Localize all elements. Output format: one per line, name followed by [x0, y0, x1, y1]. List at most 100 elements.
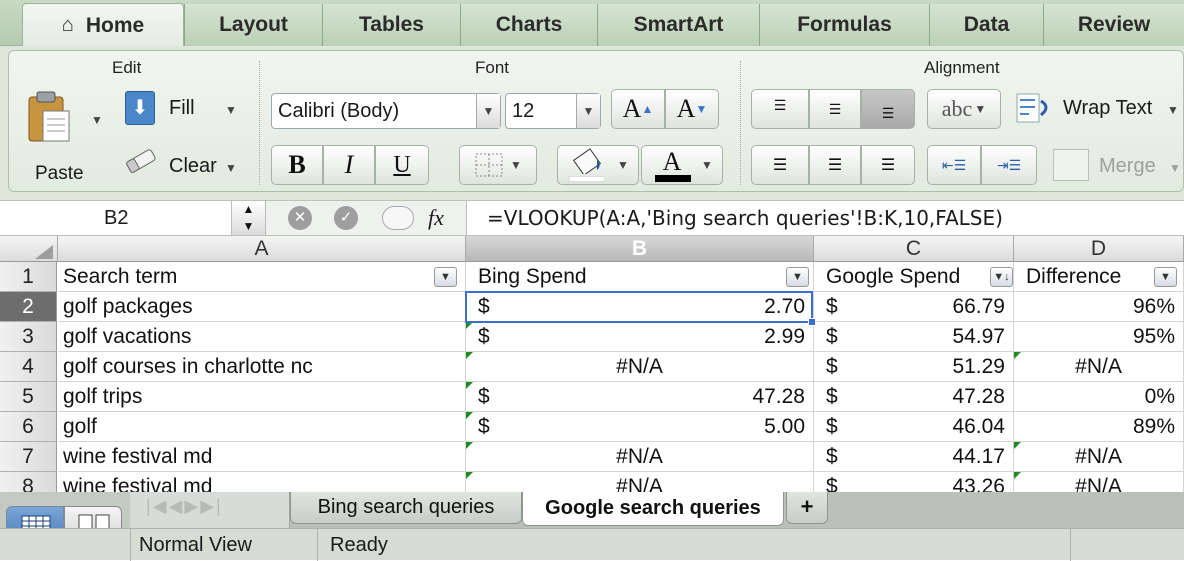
cell-bing-spend[interactable]: $2.99 — [466, 322, 814, 352]
formula-builder-icon[interactable] — [382, 206, 414, 230]
sheet-nav-arrows-icon[interactable]: |◀◀▶▶| — [146, 496, 223, 517]
cell-search-term[interactable]: golf — [58, 412, 466, 442]
font-size-combobox[interactable]: 12 ▼ — [505, 93, 601, 129]
clear-dropdown-arrow-icon[interactable]: ▼ — [225, 161, 237, 175]
italic-button[interactable]: I — [323, 145, 375, 185]
row-header[interactable]: 7 — [0, 442, 57, 472]
fill-button[interactable]: Fill — [169, 97, 195, 120]
filter-dropdown-icon[interactable]: ▼ — [786, 267, 809, 287]
cell-google-spend[interactable]: $66.79 — [814, 292, 1014, 322]
paste-dropdown-arrow-icon[interactable]: ▼ — [91, 113, 103, 127]
fill-down-icon[interactable]: ⬇ — [125, 91, 155, 125]
align-left-button[interactable]: ☰ — [751, 145, 809, 185]
underline-button[interactable]: U — [375, 145, 429, 185]
tab-smartart[interactable]: SmartArt — [597, 4, 759, 46]
align-middle-button[interactable]: ☰ — [809, 89, 861, 129]
row-header[interactable]: 4 — [0, 352, 57, 382]
formula-input[interactable]: =VLOOKUP(A:A,'Bing search queries'!B:K,1… — [466, 201, 1184, 235]
filter-dropdown-icon[interactable]: ▼ — [1154, 267, 1177, 287]
confirm-formula-icon[interactable]: ✓ — [334, 206, 358, 230]
column-header-a[interactable]: A — [58, 236, 466, 262]
row-header[interactable]: 6 — [0, 412, 57, 442]
tab-formulas[interactable]: Formulas — [759, 4, 929, 46]
paste-button[interactable] — [25, 89, 75, 145]
bold-button[interactable]: B — [271, 145, 323, 185]
cell-search-term[interactable]: golf trips — [58, 382, 466, 412]
tab-layout[interactable]: Layout — [184, 4, 322, 46]
sort-descending-filter-icon[interactable]: ▼↓ — [990, 267, 1013, 287]
fill-color-button[interactable]: ▼ — [557, 145, 639, 185]
cell-bing-spend[interactable]: $5.00 — [466, 412, 814, 442]
cell-google-spend[interactable]: $44.17 — [814, 442, 1014, 472]
shrink-font-button[interactable]: A ▼ — [665, 89, 719, 129]
header-cell-google-spend[interactable]: Google Spend ▼↓ — [814, 262, 1014, 292]
fill-dropdown-arrow-icon[interactable]: ▼ — [225, 103, 237, 117]
wrap-text-icon[interactable] — [1015, 91, 1055, 125]
cell-bing-spend[interactable]: #N/A — [466, 472, 814, 492]
align-top-button[interactable]: ☰ — [751, 89, 809, 129]
cell-difference[interactable]: #N/A — [1014, 352, 1184, 382]
cell-search-term[interactable]: golf packages — [58, 292, 466, 322]
cell-difference[interactable]: 0% — [1014, 382, 1184, 412]
cell-difference[interactable]: 96% — [1014, 292, 1184, 322]
header-cell-bing-spend[interactable]: Bing Spend ▼ — [466, 262, 814, 292]
row-header[interactable]: 1 — [0, 262, 57, 292]
row-header[interactable]: 8 — [0, 472, 57, 492]
cell-search-term[interactable]: wine festival md — [58, 472, 466, 492]
cell-search-term[interactable]: golf vacations — [58, 322, 466, 352]
tab-charts[interactable]: Charts — [460, 4, 597, 46]
name-box-stepper-icon[interactable]: ▲ ▼ — [232, 201, 266, 235]
font-color-button[interactable]: A ▼ — [641, 145, 723, 185]
column-header-d[interactable]: D — [1014, 236, 1184, 262]
cell-bing-spend[interactable]: $47.28 — [466, 382, 814, 412]
cell-google-spend[interactable]: $47.28 — [814, 382, 1014, 412]
cell-google-spend[interactable]: $43.26 — [814, 472, 1014, 492]
tab-home[interactable]: ⌂ Home — [22, 3, 184, 47]
cell-difference[interactable]: 95% — [1014, 322, 1184, 352]
column-header-b[interactable]: B — [466, 236, 814, 262]
align-center-button[interactable]: ☰ — [809, 145, 861, 185]
add-sheet-button[interactable]: + — [786, 492, 828, 524]
cell-difference[interactable]: #N/A — [1014, 472, 1184, 492]
grow-font-button[interactable]: A ▲ — [611, 89, 665, 129]
name-box[interactable]: B2 — [0, 201, 232, 235]
cell-difference[interactable]: #N/A — [1014, 442, 1184, 472]
clear-button[interactable]: Clear — [169, 155, 217, 178]
filter-dropdown-icon[interactable]: ▼ — [434, 267, 457, 287]
sheet-tab-bing-search-queries[interactable]: Bing search queries — [290, 492, 522, 524]
orientation-button[interactable]: abc ▼ — [927, 89, 1001, 129]
select-all-corner[interactable] — [0, 236, 58, 262]
fill-handle[interactable] — [808, 318, 816, 326]
column-header-c[interactable]: C — [814, 236, 1014, 262]
wrap-text-dropdown-icon[interactable]: ▼ — [1167, 103, 1179, 117]
borders-button[interactable]: ▼ — [459, 145, 537, 185]
fx-icon[interactable]: fx — [428, 205, 444, 231]
tab-data[interactable]: Data — [929, 4, 1043, 46]
eraser-icon[interactable] — [121, 147, 161, 175]
font-name-combobox[interactable]: Calibri (Body) ▼ — [271, 93, 501, 129]
row-header[interactable]: 5 — [0, 382, 57, 412]
merge-button[interactable]: Merge — [1099, 155, 1156, 178]
cell-search-term[interactable]: wine festival md — [58, 442, 466, 472]
cell-bing-spend[interactable]: #N/A — [466, 442, 814, 472]
cell-google-spend[interactable]: $54.97 — [814, 322, 1014, 352]
decrease-indent-button[interactable]: ⇤☰ — [927, 145, 981, 185]
align-right-button[interactable]: ☰ — [861, 145, 915, 185]
cell-search-term[interactable]: golf courses in charlotte nc — [58, 352, 466, 382]
font-size-dropdown-icon[interactable]: ▼ — [576, 94, 600, 128]
sheet-tab-google-search-queries[interactable]: Google search queries — [522, 492, 784, 526]
cell-google-spend[interactable]: $46.04 — [814, 412, 1014, 442]
cell-difference[interactable]: 89% — [1014, 412, 1184, 442]
increase-indent-button[interactable]: ⇥☰ — [981, 145, 1037, 185]
header-cell-difference[interactable]: Difference ▼ — [1014, 262, 1184, 292]
row-header[interactable]: 3 — [0, 322, 57, 352]
font-name-dropdown-icon[interactable]: ▼ — [476, 94, 500, 128]
cell-bing-spend[interactable]: #N/A — [466, 352, 814, 382]
merge-dropdown-icon[interactable]: ▼ — [1169, 161, 1181, 175]
wrap-text-button[interactable]: Wrap Text — [1063, 97, 1152, 120]
cell-google-spend[interactable]: $51.29 — [814, 352, 1014, 382]
cancel-formula-icon[interactable]: ✕ — [288, 206, 312, 230]
align-bottom-button[interactable]: ☰ — [861, 89, 915, 129]
row-header[interactable]: 2 — [0, 292, 57, 322]
tab-tables[interactable]: Tables — [322, 4, 460, 46]
